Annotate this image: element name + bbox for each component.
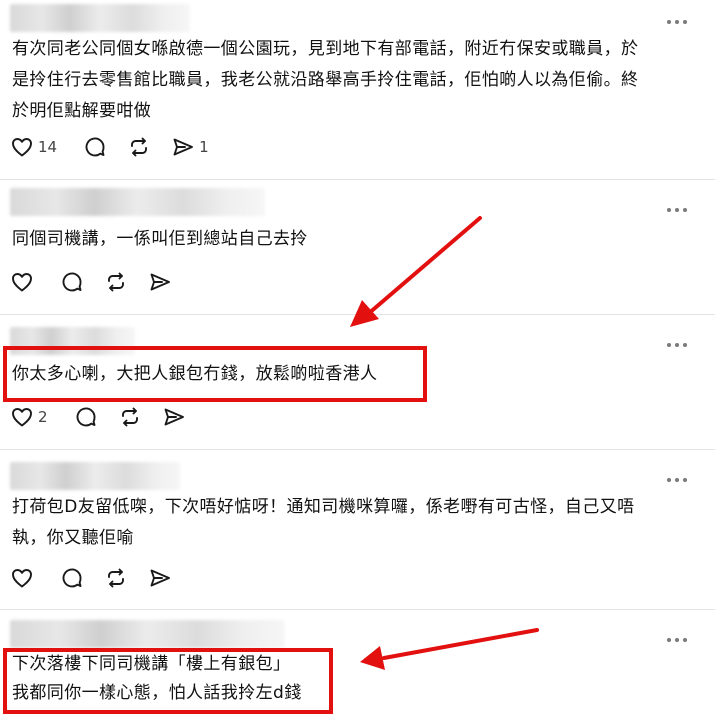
text-line: 同個司機講，一係叫佢到總站自己去拎 <box>12 229 308 249</box>
post-2: 同個司機講，一係叫佢到總站自己去拎 <box>0 180 715 315</box>
share-button[interactable]: 1 <box>171 135 209 159</box>
post-text: 同個司機講，一係叫佢到總站自己去拎 <box>12 224 691 255</box>
share-button[interactable] <box>162 405 186 429</box>
repost-button[interactable] <box>118 405 142 429</box>
repost-icon <box>104 270 128 294</box>
more-icon[interactable] <box>665 468 689 492</box>
text-line: 打荷包D友留低㗎，下次唔好惦呀！通知司機咪算囉，係老嘢有可古怪，自己又唔 <box>12 497 635 517</box>
username-blurred <box>10 327 135 355</box>
more-icon[interactable] <box>665 333 689 357</box>
username-blurred <box>10 620 285 648</box>
repost-icon <box>104 566 128 590</box>
text-line: 有次同老公同個女喺啟德一個公園玩，見到地下有部電話，附近冇保安或職員，於 <box>12 39 639 59</box>
share-icon <box>148 566 172 590</box>
more-icon[interactable] <box>665 628 689 652</box>
repost-button[interactable] <box>127 135 151 159</box>
action-bar: 2 <box>10 403 206 431</box>
like-button[interactable] <box>10 270 34 294</box>
username-blurred <box>10 462 180 490</box>
share-icon <box>171 135 195 159</box>
share-button[interactable] <box>148 566 172 590</box>
repost-icon <box>118 405 142 429</box>
share-icon <box>148 270 172 294</box>
repost-icon <box>127 135 151 159</box>
heart-icon <box>10 270 34 294</box>
action-bar <box>10 564 192 592</box>
comment-icon <box>83 135 107 159</box>
post-text: 打荷包D友留低㗎，下次唔好惦呀！通知司機咪算囉，係老嘢有可古怪，自己又唔 執，你… <box>12 492 691 554</box>
share-icon <box>162 405 186 429</box>
post-text: 有次同老公同個女喺啟德一個公園玩，見到地下有部電話，附近冇保安或職員，於 是拎住… <box>12 34 691 127</box>
repost-button[interactable] <box>104 270 128 294</box>
comment-icon <box>74 405 98 429</box>
like-count: 2 <box>38 408 48 426</box>
share-button[interactable] <box>148 270 172 294</box>
like-count: 14 <box>38 138 58 156</box>
comment-button[interactable] <box>60 270 84 294</box>
text-line: 於明佢點解要咁做 <box>12 101 152 121</box>
comment-icon <box>60 270 84 294</box>
text-line: 下次落樓下同司機講「樓上有銀包」 <box>12 654 291 674</box>
like-button[interactable] <box>10 566 34 590</box>
text-line: 我都同你一樣心態，怕人話我拎左d錢 <box>12 683 302 703</box>
post-4: 打荷包D友留低㗎，下次唔好惦呀！通知司機咪算囉，係老嘢有可古怪，自己又唔 執，你… <box>0 450 715 610</box>
post-text: 你太多心喇，大把人銀包冇錢，放鬆啲啦香港人 <box>12 359 691 390</box>
heart-icon <box>10 135 34 159</box>
action-bar: 14 1 <box>10 133 229 161</box>
post-1: 有次同老公同個女喺啟德一個公園玩，見到地下有部電話，附近冇保安或職員，於 是拎住… <box>0 0 715 180</box>
more-icon[interactable] <box>665 10 689 34</box>
like-button[interactable]: 14 <box>10 135 57 159</box>
comment-button[interactable] <box>60 566 84 590</box>
text-line: 執，你又聽佢喻 <box>12 528 134 548</box>
heart-icon <box>10 566 34 590</box>
text-line: 你太多心喇，大把人銀包冇錢，放鬆啲啦香港人 <box>12 364 378 384</box>
post-5: 下次落樓下同司機講「樓上有銀包」 我都同你一樣心態，怕人話我拎左d錢 <box>0 610 715 715</box>
share-count: 1 <box>199 138 209 156</box>
comment-feed: 有次同老公同個女喺啟德一個公園玩，見到地下有部電話，附近冇保安或職員，於 是拎住… <box>0 0 715 715</box>
comment-button[interactable] <box>74 405 98 429</box>
comment-button[interactable] <box>83 135 107 159</box>
like-button[interactable]: 2 <box>10 405 48 429</box>
more-icon[interactable] <box>665 198 689 222</box>
repost-button[interactable] <box>104 566 128 590</box>
text-line: 是拎住行去零售館比職員，我老公就沿路舉高手拎住電話，佢怕啲人以為佢偷。終 <box>12 70 639 90</box>
comment-icon <box>60 566 84 590</box>
post-3: 你太多心喇，大把人銀包冇錢，放鬆啲啦香港人 2 <box>0 315 715 450</box>
post-text: 下次落樓下同司機講「樓上有銀包」 我都同你一樣心態，怕人話我拎左d錢 <box>12 650 691 708</box>
username-blurred <box>10 188 265 216</box>
heart-icon <box>10 405 34 429</box>
action-bar <box>10 268 192 296</box>
username-blurred <box>10 4 190 32</box>
